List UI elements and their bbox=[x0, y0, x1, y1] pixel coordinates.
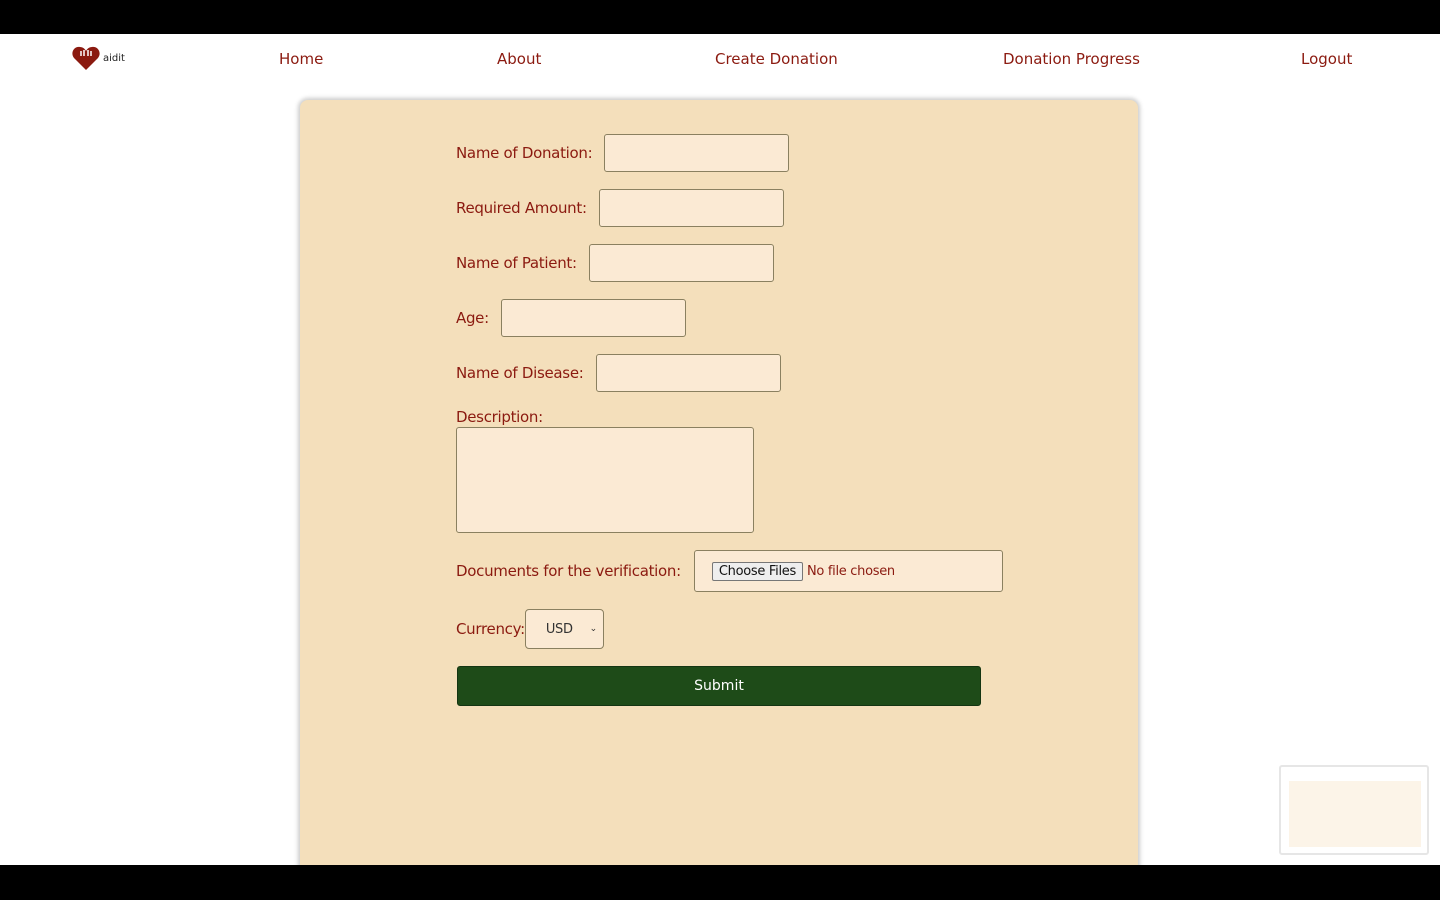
label: Currency: bbox=[456, 620, 525, 638]
file-status: No file chosen bbox=[806, 563, 895, 579]
disease-input[interactable] bbox=[595, 354, 781, 392]
documents-file-input[interactable]: Choose Files No file chosen bbox=[693, 550, 1003, 592]
patient-name-input[interactable] bbox=[588, 244, 774, 282]
label: Name of Donation: bbox=[456, 144, 593, 162]
age-input[interactable] bbox=[500, 299, 686, 337]
description-textarea[interactable] bbox=[456, 427, 754, 533]
page: aidit Home About Create Donation Donatio… bbox=[0, 34, 1440, 865]
nav-about[interactable]: About bbox=[497, 50, 541, 68]
field-documents: Documents for the verification: Choose F… bbox=[456, 550, 1003, 592]
currency-select[interactable]: USD ⌄ bbox=[524, 609, 604, 649]
chevron-down-icon: ⌄ bbox=[589, 624, 598, 634]
currency-value: USD bbox=[545, 621, 573, 637]
label: Name of Patient: bbox=[456, 254, 577, 272]
label: Name of Disease: bbox=[456, 364, 584, 382]
label: Documents for the verification: bbox=[456, 562, 681, 580]
field-age: Age: bbox=[456, 299, 686, 337]
required-amount-input[interactable] bbox=[598, 189, 784, 227]
screenshot-thumbnail[interactable] bbox=[1279, 765, 1429, 855]
description-label: Description: bbox=[456, 408, 543, 426]
label: Age: bbox=[456, 309, 489, 327]
logo-text: aidit bbox=[103, 52, 125, 64]
navbar: aidit Home About Create Donation Donatio… bbox=[0, 34, 1440, 84]
heart-hands-icon bbox=[72, 46, 100, 70]
field-currency: Currency: USD ⌄ bbox=[456, 609, 604, 649]
create-donation-form: Name of Donation: Required Amount: Name … bbox=[300, 100, 1138, 865]
nav-create-donation[interactable]: Create Donation bbox=[715, 50, 838, 68]
logo[interactable]: aidit bbox=[72, 46, 125, 70]
field-required-amount: Required Amount: bbox=[456, 189, 784, 227]
field-patient-name: Name of Patient: bbox=[456, 244, 774, 282]
field-disease: Name of Disease: bbox=[456, 354, 781, 392]
field-donation-name: Name of Donation: bbox=[456, 134, 790, 172]
submit-button[interactable]: Submit bbox=[457, 666, 981, 706]
nav-logout[interactable]: Logout bbox=[1301, 50, 1352, 68]
nav-home[interactable]: Home bbox=[279, 50, 323, 68]
donation-name-input[interactable] bbox=[604, 134, 790, 172]
thumbnail-preview bbox=[1289, 781, 1421, 847]
nav-donation-progress[interactable]: Donation Progress bbox=[1003, 50, 1140, 68]
label: Required Amount: bbox=[456, 199, 587, 217]
choose-files-button[interactable]: Choose Files bbox=[711, 561, 803, 581]
